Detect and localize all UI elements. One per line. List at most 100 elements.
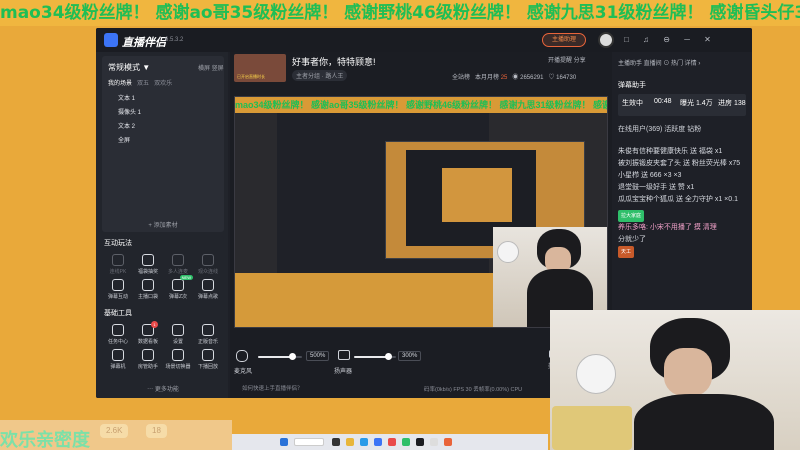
settings-tool-button[interactable]: 设置 [164, 324, 192, 345]
like-count: 164730 [556, 75, 577, 81]
danmu-machine-button[interactable]: 弹幕机 [104, 349, 132, 370]
danmu-interact-button[interactable]: 弹幕互动 [104, 279, 132, 300]
monitor-icon [112, 349, 124, 361]
app-icon[interactable] [430, 438, 438, 446]
download-icon [202, 324, 214, 336]
music-icon [202, 279, 214, 291]
orientation-links[interactable]: 横屏 竖屏 [198, 63, 224, 72]
mic-slider-knob[interactable] [289, 353, 297, 360]
user-badge: 天工 [618, 246, 635, 258]
help-search[interactable]: 如何快速上手直播伴侣？ [234, 384, 444, 395]
replay-button[interactable]: 下播回放 [194, 349, 222, 370]
basic-tools-grid: 任务中心 1 数据看板 设置 正版音乐 弹幕机 房管助手 场景切换器 下播回放 [104, 321, 222, 370]
switch-icon [172, 349, 184, 361]
room-category[interactable]: 主者分组 · 路人王 [292, 70, 348, 81]
danmu-z-button[interactable]: NEW 弹幕Z次 [164, 275, 193, 300]
scene-tabs: 我的场景 双五 双欢乐 [108, 78, 172, 87]
microphone-icon[interactable] [236, 350, 248, 362]
room-cover-image[interactable]: 已开启直播时长 [234, 54, 286, 82]
online-users-tabs[interactable]: 在线用户(369) 活跃度 钻粉 [618, 124, 701, 134]
taskbar-search[interactable] [294, 438, 324, 446]
mic-volume[interactable]: 500% [306, 351, 330, 361]
enter-count: 进房 138 [718, 100, 746, 107]
assistant-button[interactable]: 主播助理 [542, 33, 586, 47]
monthly-rank-label[interactable]: 本月月榜 [475, 75, 499, 81]
avatar[interactable] [598, 32, 614, 48]
app-icon[interactable] [416, 438, 424, 446]
chat-message: 分就少了 [618, 236, 646, 243]
chart-icon: 1 [142, 321, 158, 336]
tab-scene-3[interactable]: 双欢乐 [154, 81, 172, 87]
heart-icon: ♡ [548, 75, 555, 81]
tab-scene-2[interactable]: 双五 [137, 81, 149, 87]
data-board-button[interactable]: 1 数据看板 [134, 321, 162, 345]
live-preview[interactable]: mao34级粉丝牌！ 感谢ao哥35级粉丝牌！ 感谢野桃46级粉丝牌！ 感谢九思… [234, 96, 608, 328]
monthly-rank-value: 25 [500, 75, 508, 81]
interactive-title: 互动玩法 [104, 240, 132, 247]
titlebar: 直播伴侣 6.5.3.2 主播助理 □ ♫ ⊖ ─ ✕ [96, 28, 752, 52]
viewer-count: 2656291 [520, 75, 544, 81]
task-center-button[interactable]: 任务中心 [104, 324, 132, 345]
shield-icon [142, 349, 154, 361]
app-title: 直播伴侣 [122, 37, 166, 49]
scene-switcher-button[interactable]: 场景切换器 [164, 349, 192, 370]
tab-my-scenes[interactable]: 我的场景 [108, 81, 132, 87]
speaker-icon[interactable] [338, 350, 350, 360]
live-stats-box: 生效中 00:48 曝光 1.4万 进房 138 [618, 94, 746, 116]
app-icon[interactable] [444, 438, 452, 446]
nested-window-4 [442, 168, 512, 222]
pk-icon [112, 254, 124, 266]
scene-item-camera-1[interactable]: 摄像头 1 [102, 106, 224, 120]
window-controls[interactable]: □ ♫ ⊖ ─ ✕ [624, 35, 717, 44]
right-tabs[interactable]: 主播助手 直播间 ⊙ 热门 详情 › [618, 58, 700, 67]
app-icon[interactable] [388, 438, 396, 446]
app-version: 6.5.3.2 [165, 37, 184, 43]
new-badge: NEW [179, 275, 193, 280]
room-actions[interactable]: 开播提醒 分享 [548, 55, 586, 64]
add-material-button[interactable]: + 添加素材 [102, 220, 224, 229]
nested-window-1 [277, 113, 585, 273]
anchor-pocket-button[interactable]: 主播口袋 [134, 279, 162, 300]
scene-item-fullscreen[interactable]: 全屏 [102, 134, 224, 148]
cover-caption: 已开启直播时长 [237, 74, 265, 79]
chat-list: 朱俊有信种要健康快乐 送 福袋 x1 被刘振锻皮夹套了头 送 粉丝荧光棒 x75… [618, 146, 748, 258]
panda-plush [497, 241, 519, 263]
speaker-slider-fill [354, 356, 389, 358]
speaker-volume[interactable]: 300% [398, 351, 422, 361]
file-explorer-icon[interactable] [346, 438, 354, 446]
speaker-slider-knob[interactable] [385, 353, 393, 360]
app-icon[interactable] [374, 438, 382, 446]
edge-icon[interactable] [360, 438, 368, 446]
exposure-count: 曝光 1.4万 [680, 100, 713, 107]
room-stats: 全站榜 本月月榜 25 ◉ 2656291 ♡ 164730 [452, 72, 576, 81]
app-icon[interactable] [402, 438, 410, 446]
task-view-icon[interactable] [332, 438, 340, 446]
marquee-banner: mao34级粉丝牌！ 感谢ao哥35级粉丝牌！ 感谢野桃46级粉丝牌！ 感谢九思… [0, 0, 800, 26]
eye-icon: ◉ [512, 75, 519, 81]
site-rank-label[interactable]: 全站榜 [452, 75, 470, 81]
live-status: 生效中 [622, 100, 643, 107]
room-title[interactable]: 好事者你，特特顾意! [292, 55, 376, 68]
music-button[interactable]: 正版音乐 [194, 324, 222, 345]
gamepad-icon [112, 279, 124, 291]
pk-button[interactable]: 连线PK [104, 254, 132, 275]
scene-item-text-2[interactable]: 文本 2 [102, 120, 224, 134]
scene-item-text-1[interactable]: 文本 1 [102, 92, 224, 106]
more-functions-button[interactable]: ⋯ 更多功能 [102, 384, 224, 393]
task-icon [112, 324, 124, 336]
audience-link-button[interactable]: 观众连线 [194, 254, 222, 275]
multi-mic-button[interactable]: 多人连麦 [164, 254, 192, 275]
danmu-assistant-header: 弹幕助手 [618, 82, 646, 89]
speaker-slider[interactable] [354, 353, 396, 360]
person-body [634, 394, 774, 450]
lucky-bag-button[interactable]: 福袋抽奖 [134, 254, 162, 275]
intimacy-chip-2: 18 [146, 424, 167, 438]
room-manager-button[interactable]: 房管助手 [134, 349, 162, 370]
mic-slider[interactable] [258, 353, 302, 360]
mode-selector[interactable]: 常规模式 ▼ [108, 62, 150, 73]
windows-start-icon[interactable] [280, 438, 288, 446]
replay-icon [202, 349, 214, 361]
intimacy-chip-1: 2.6K [100, 424, 129, 438]
chat-message: 朱俊有信种要健康快乐 送 福袋 x1 [618, 148, 723, 155]
song-request-button[interactable]: 弹幕点歌 [194, 279, 222, 300]
